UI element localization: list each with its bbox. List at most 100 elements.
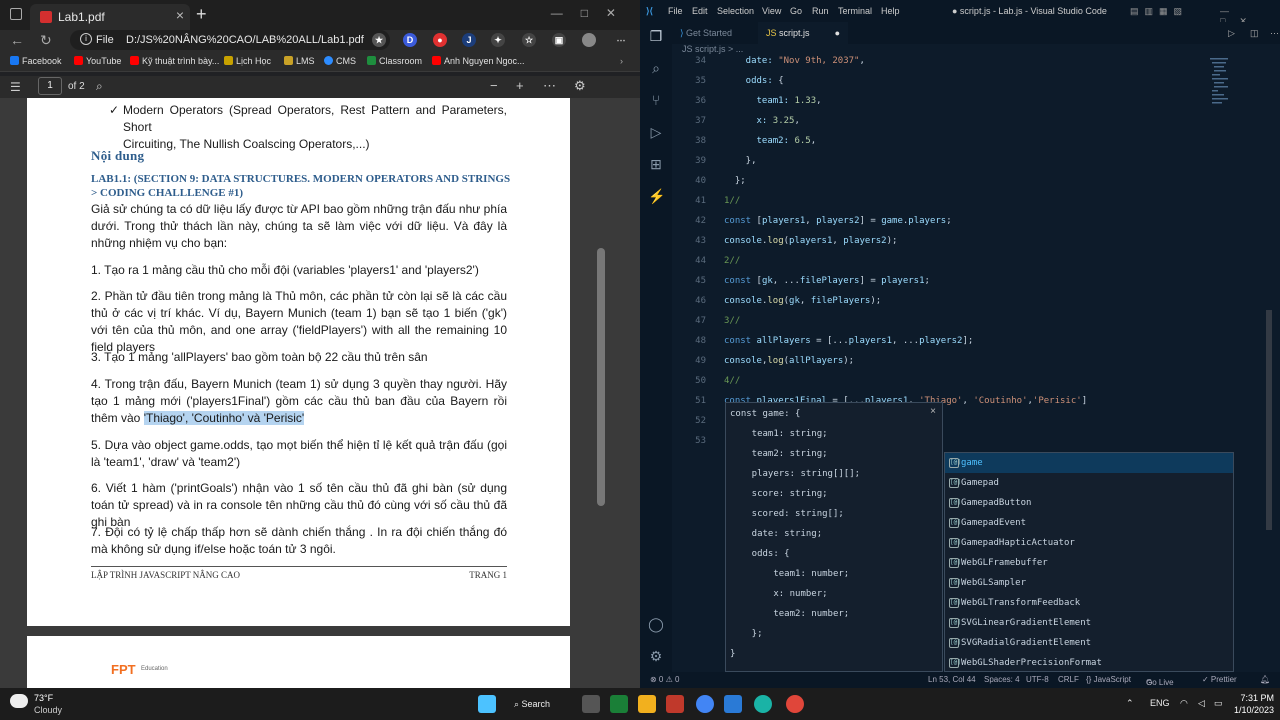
menu-go[interactable]: Go [790, 6, 802, 16]
tab-get-started[interactable]: ⟩ Get Started [680, 22, 732, 44]
bookmark-anh-nguyen[interactable]: Anh Nguyen Ngoc... [432, 56, 525, 66]
suggestion-item[interactable]: [@] SVGLinearGradientElement [945, 613, 1233, 633]
wifi-icon[interactable]: ◠ [1180, 698, 1188, 709]
suggestion-item[interactable]: [@] GamepadEvent [945, 513, 1233, 533]
suggestion-item[interactable]: [@] WebGLFramebuffer [945, 553, 1233, 573]
prettier-status[interactable]: ✓ Prettier [1202, 675, 1237, 684]
input-language[interactable]: ENG [1150, 698, 1170, 708]
collections-icon[interactable]: ▣ [552, 33, 566, 47]
battery-icon[interactable]: ▭ [1214, 698, 1223, 709]
tab-script-js[interactable]: JS script.js ● [758, 22, 848, 44]
read-aloud-icon[interactable]: ★ [372, 33, 386, 47]
remote-icon[interactable]: ⚡ [648, 188, 665, 204]
language-mode[interactable]: {} JavaScript [1086, 675, 1131, 684]
bookmark-youtube[interactable]: YouTube [74, 56, 121, 66]
tab-actions-icon[interactable] [10, 8, 22, 20]
bookmark-lms[interactable]: LMS [284, 56, 315, 66]
task-view-icon[interactable] [582, 695, 600, 713]
menu-terminal[interactable]: Terminal [838, 6, 872, 16]
edge-icon[interactable] [754, 695, 772, 713]
new-tab-icon[interactable]: + [196, 4, 207, 25]
start-icon[interactable] [478, 695, 496, 713]
suggestion-item[interactable]: [@] game [945, 453, 1233, 473]
pdf-scrollbar[interactable] [597, 248, 605, 506]
eol-status[interactable]: CRLF [1058, 675, 1079, 684]
encoding-status[interactable]: UTF-8 [1026, 675, 1049, 684]
run-debug-icon[interactable]: ▷ [648, 124, 664, 140]
editor-scrollbar[interactable] [1266, 310, 1272, 530]
chrome-icon[interactable] [696, 695, 714, 713]
suggestion-item[interactable]: [@] GamepadButton [945, 493, 1233, 513]
reload-icon[interactable]: ↻ [40, 32, 52, 49]
extension-j-icon[interactable]: J [462, 33, 476, 47]
settings-icon[interactable]: ⚙ [574, 78, 586, 94]
app-red-icon[interactable] [666, 695, 684, 713]
problems-status[interactable]: ⊗ 0 ⚠ 0 [650, 675, 679, 684]
more-menu-icon[interactable]: ⋯ [614, 33, 628, 47]
search-icon[interactable]: ⌕ [96, 79, 103, 94]
taskbar-search[interactable]: ⌕ Search [514, 694, 572, 714]
address-bar[interactable]: i File D:/JS%20NÂNG%20CAO/LAB%20ALL/Lab1… [70, 30, 390, 50]
suggestion-item[interactable]: [@] GamepadHapticActuator [945, 533, 1233, 553]
search-icon[interactable]: ⌕ [648, 60, 664, 76]
clock[interactable]: 7:31 PM 1/10/2023 [1234, 692, 1274, 716]
suggestion-item[interactable]: [@] Gamepad [945, 473, 1233, 493]
suggestion-item[interactable]: [@] WebGLTransformFeedback [945, 593, 1233, 613]
volume-icon[interactable]: ◁ [1198, 698, 1205, 709]
menu-edit[interactable]: Edit [692, 6, 708, 16]
favorites-icon[interactable]: ☆ [522, 33, 536, 47]
obs-icon[interactable] [786, 695, 804, 713]
highlighted-text[interactable]: 'Thiago', 'Coutinho' và 'Perisic' [143, 411, 305, 425]
nvidia-icon[interactable] [610, 695, 628, 713]
explorer-icon[interactable]: ❐ [648, 28, 664, 44]
suggestion-item[interactable]: [@] WebGLSampler [945, 573, 1233, 593]
zoom-in-icon[interactable]: + [516, 78, 524, 93]
unsaved-dot-icon[interactable]: ● [835, 22, 840, 44]
extension-red-icon[interactable]: ● [433, 33, 447, 47]
file-explorer-icon[interactable] [638, 695, 656, 713]
minimap[interactable] [1210, 56, 1250, 116]
menu-help[interactable]: Help [881, 6, 900, 16]
notifications-bell-icon[interactable]: 🔔︎ [1260, 675, 1270, 684]
suggestion-item[interactable]: [@] SVGRadialGradientElement [945, 633, 1233, 653]
bookmark-ky-thuat[interactable]: Kỹ thuật trình bày... [130, 56, 219, 66]
suggestion-item[interactable]: [@] WebGLShaderPrecisionFormat [945, 653, 1233, 673]
bookmark-cms[interactable]: CMS [324, 56, 356, 66]
url-text[interactable]: D:/JS%20NÂNG%20CAO/LAB%20ALL/Lab1.pdf [126, 34, 364, 46]
cursor-position[interactable]: Ln 53, Col 44 [928, 675, 976, 684]
bookmark-lich-hoc[interactable]: Lịch Học [224, 56, 271, 66]
suggestion-list[interactable]: [@] game [@] Gamepad [@] GamepadButton [@] Game… [944, 452, 1234, 672]
contents-icon[interactable]: ☰ [10, 80, 21, 94]
extensions-icon[interactable]: ✦ [491, 33, 505, 47]
extension-d-icon[interactable]: D [403, 33, 417, 47]
indentation-status[interactable]: Spaces: 4 [984, 675, 1020, 684]
editor-more-icon[interactable]: ⋯ [1270, 22, 1279, 44]
split-editor-icon[interactable]: ◫ [1250, 22, 1259, 44]
window-controls[interactable]: —□✕ [551, 6, 634, 20]
extensions-icon[interactable]: ⊞ [648, 156, 664, 172]
browser-tab-lab1[interactable]: Lab1.pdf × [30, 4, 190, 30]
info-icon[interactable]: i [80, 33, 92, 45]
run-file-icon[interactable]: ▷ [1228, 22, 1235, 44]
bookmarks-overflow-icon[interactable]: › [620, 56, 623, 66]
menu-file[interactable]: File [668, 6, 683, 16]
page-number-input[interactable]: 1 [38, 77, 62, 95]
account-icon[interactable]: ◯ [648, 616, 664, 632]
code-editor[interactable]: 34 date: "Nov 9th, 2037", 35 odds: {36 te… [672, 52, 1212, 446]
menu-selection[interactable]: Selection [717, 6, 754, 16]
pdf-viewer[interactable]: ✓ Modern Operators (Spread Operators, Re… [0, 98, 640, 688]
close-hover-icon[interactable]: × [930, 406, 936, 417]
profile-avatar[interactable] [582, 33, 596, 47]
tray-overflow-icon[interactable]: ⌃ [1126, 698, 1134, 709]
vscode-taskbar-icon[interactable] [724, 695, 742, 713]
manage-gear-icon[interactable]: ⚙ [648, 648, 664, 664]
menu-view[interactable]: View [762, 6, 781, 16]
zoom-out-icon[interactable]: − [490, 78, 498, 93]
source-control-icon[interactable]: ⑂ [648, 92, 664, 108]
bookmark-facebook[interactable]: Facebook [10, 56, 62, 66]
back-icon[interactable]: ← [10, 32, 24, 48]
more-options-icon[interactable]: ⋯ [543, 78, 556, 94]
bookmark-classroom[interactable]: Classroom [367, 56, 422, 66]
menu-run[interactable]: Run [812, 6, 829, 16]
layout-toggle-icons[interactable]: ▤▥▦▧ [1130, 6, 1188, 17]
